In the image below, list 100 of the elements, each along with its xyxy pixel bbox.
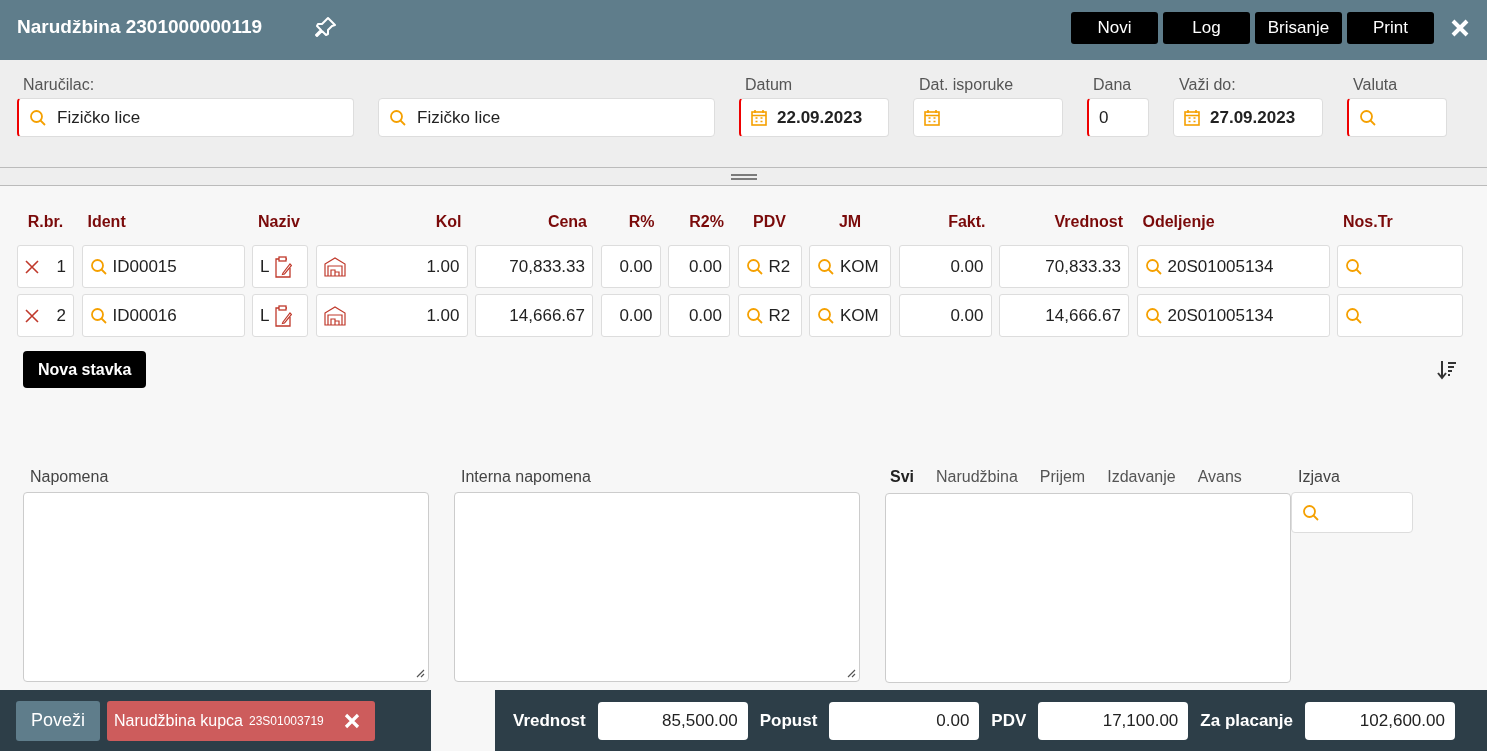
table-cell[interactable]: 20S01005134 [1136,294,1330,337]
resize-grip-icon[interactable] [847,669,856,678]
calendar-icon [924,109,940,126]
total-value: 85,500.00 [597,701,748,740]
clipboard-edit-icon[interactable] [274,255,293,278]
table-cell[interactable]: 14,666.67 [999,294,1129,337]
table-cell[interactable]: 14,666.67 [475,294,593,337]
search-icon[interactable] [1345,306,1363,325]
drag-handle-icon[interactable] [730,172,757,181]
table-cell[interactable]: R2 [737,294,802,337]
delete-icon[interactable] [25,259,39,274]
splitter-handle[interactable] [0,167,1487,186]
header-button[interactable]: Print [1347,12,1434,44]
tag-number: 23S01003719 [249,713,324,728]
filter-tab[interactable]: Prijem [1039,468,1086,493]
table-cell[interactable]: ID00016 [81,294,245,337]
warehouse-icon[interactable] [323,305,346,326]
search-icon[interactable] [1345,257,1363,276]
search-icon[interactable] [1144,306,1163,325]
table-cell[interactable]: 0.00 [600,294,661,337]
table-cell: 1 [17,245,74,288]
table-cell[interactable]: 0.00 [668,294,730,337]
filter-tab[interactable]: Izdavanje [1107,468,1176,493]
input-field[interactable]: 0 [1087,98,1149,137]
table-cell[interactable]: 0.00 [600,245,661,288]
table-cell[interactable]: KOM [809,245,891,288]
field-label: Važi do: [1179,76,1237,95]
table-cell[interactable]: 70,833.33 [999,245,1129,288]
table-cell[interactable] [1337,294,1463,337]
input-field[interactable] [913,98,1063,137]
table-cell[interactable] [1337,245,1463,288]
table-cell[interactable]: 70,833.33 [475,245,593,288]
search-icon [389,108,407,127]
close-icon[interactable] [343,712,360,729]
field-label: Izjava [1298,468,1341,487]
search-icon[interactable] [1144,257,1163,276]
table-cell[interactable]: 0.00 [668,245,730,288]
total-label: Popust [759,710,818,731]
table-cell[interactable]: 0.00 [898,245,992,288]
search-icon [1359,108,1377,127]
filter-tab[interactable]: Svi [890,468,914,493]
table-cell[interactable]: L [252,294,308,337]
table-cell[interactable]: 1.00 [315,294,468,337]
table-cell[interactable]: 20S01005134 [1136,245,1330,288]
link-button[interactable]: Poveži [16,700,101,741]
filter-tab[interactable]: Narudžbina [936,468,1018,493]
total-label: PDV [991,710,1027,731]
table-cell: 2 [17,294,74,337]
input-field[interactable] [1347,98,1447,137]
header-button[interactable]: Novi [1071,12,1158,44]
search-icon[interactable] [817,306,835,325]
search-icon[interactable] [89,306,108,325]
warehouse-icon[interactable] [323,256,346,277]
field-label: Naručilac: [23,76,96,95]
search-icon[interactable] [89,257,108,276]
input-field[interactable]: Fizičko lice [378,98,715,137]
input-field[interactable]: Fizičko lice [17,98,354,137]
clipboard-edit-icon[interactable] [274,304,293,327]
table-cell[interactable]: 0.00 [898,294,992,337]
input-field[interactable]: 22.09.2023 [739,98,889,137]
column-header: Naziv [257,213,301,232]
sort-icon[interactable] [1437,359,1457,380]
field-label: Interna napomena [461,468,592,487]
field-label: Valuta [1353,76,1399,95]
header-button[interactable]: Brisanje [1255,12,1342,44]
input-field[interactable]: 27.09.2023 [1173,98,1323,137]
column-header: R% [627,213,656,232]
search-icon[interactable] [817,257,835,276]
table-cell[interactable]: L [252,245,308,288]
column-header: Ident [86,213,127,232]
pin-icon[interactable] [314,15,339,39]
column-header: Fakt. [947,213,987,232]
calendar-icon [751,109,767,126]
filter-tab[interactable]: Avans [1197,468,1242,493]
window-title: Narudžbina 2301000000119 [17,16,263,38]
resize-grip-icon[interactable] [416,669,425,678]
field-label: Datum [745,76,794,95]
delete-icon[interactable] [25,308,39,323]
input-field[interactable] [1291,492,1413,533]
total-value: 17,100.00 [1038,701,1189,740]
total-label: Za placanje [1200,710,1293,731]
close-icon[interactable] [1450,18,1470,38]
table-cell[interactable]: R2 [737,245,802,288]
search-icon[interactable] [745,306,764,325]
tag-label: Narudžbina kupca [114,711,243,730]
column-header: Nos.Tr [1342,213,1394,232]
column-header: R2% [688,213,725,232]
search-icon[interactable] [745,257,764,276]
field-label: Napomena [30,468,110,487]
table-cell[interactable]: ID00015 [81,245,245,288]
column-header: R.br. [26,213,65,232]
header-button[interactable]: Log [1163,12,1250,44]
search-icon [1302,503,1320,522]
column-header: JM [837,213,863,232]
column-header: PDV [752,213,787,232]
add-item-button[interactable]: Nova stavka [23,351,147,388]
column-header: Odeljenje [1141,213,1216,232]
field-label: Dana [1093,76,1133,95]
table-cell[interactable]: KOM [809,294,891,337]
table-cell[interactable]: 1.00 [315,245,468,288]
